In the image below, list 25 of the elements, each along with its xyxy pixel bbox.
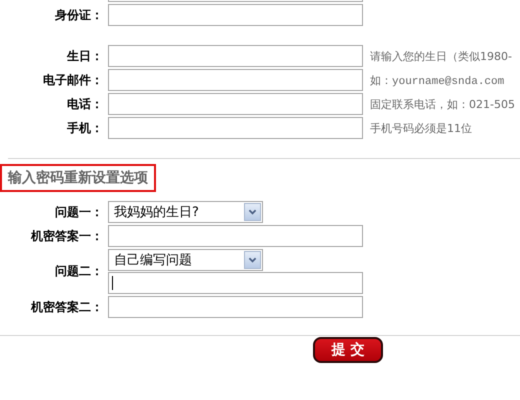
field-label: 电话： <box>66 96 104 112</box>
field-hint: 请输入您的生日（类似1980- <box>370 48 512 64</box>
input-field[interactable] <box>108 45 363 67</box>
input-field[interactable] <box>108 117 363 139</box>
input-field[interactable] <box>108 4 363 26</box>
field-label: 问题一： <box>54 204 104 220</box>
submit-button[interactable]: 提 交 <box>313 337 383 363</box>
input-field[interactable] <box>108 296 363 318</box>
field-hint: 如：yourname@snda.com <box>370 74 504 88</box>
field-hint: 固定联系电话，如：021-505 <box>370 96 515 112</box>
input-field[interactable] <box>108 225 363 247</box>
input-field[interactable] <box>108 93 363 115</box>
field-label: 机密答案一： <box>30 228 104 244</box>
field-label: 身份证： <box>54 6 104 24</box>
field-label: 问题二： <box>54 263 104 280</box>
question-dropdown[interactable]: 自己编写问题 <box>108 249 263 271</box>
field-label: 手机： <box>66 120 104 136</box>
field-hint: 手机号码必须是11位 <box>370 120 472 136</box>
field-label: 机密答案二： <box>30 298 104 316</box>
section-title: 输入密码重新设置选项 <box>0 164 156 192</box>
field-label: 生日： <box>66 48 104 64</box>
question-dropdown[interactable]: 我妈妈的生日? <box>108 201 263 223</box>
field-label: 电子邮件： <box>42 72 104 88</box>
input-field[interactable] <box>108 69 363 91</box>
custom-question-field[interactable] <box>108 272 363 294</box>
